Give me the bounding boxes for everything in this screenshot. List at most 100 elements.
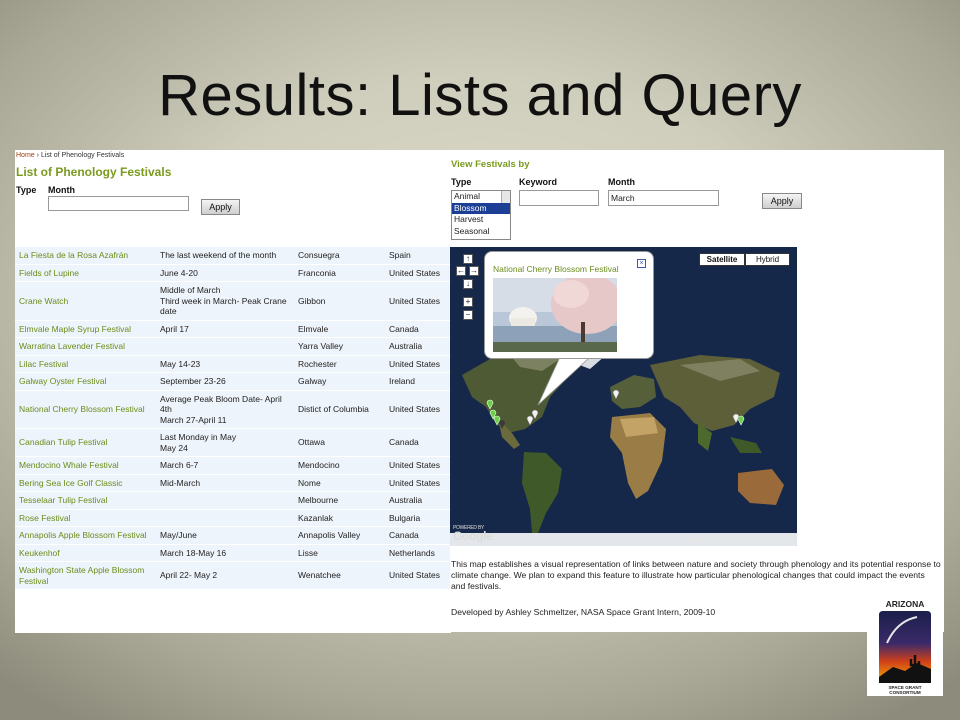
keyword-label: Keyword [519,177,558,187]
table-row: Annapolis Apple Blossom Festival May/June… [15,526,451,545]
breadcrumb-current: List of Phenology Festivals [40,152,125,159]
apply-button[interactable]: Apply [201,199,240,215]
festival-country: Spain [385,247,451,265]
festival-name-link[interactable]: Fields of Lupine [15,264,156,282]
festival-name-link[interactable]: Mendocino Whale Festival [15,456,156,475]
festival-name-link[interactable]: Annapolis Apple Blossom Festival [15,526,156,545]
festival-name-link[interactable]: National Cherry Blossom Festival [15,390,156,429]
table-row: Canadian Tulip Festival Last Monday in Ma… [15,428,451,457]
festival-list-screenshot: Home › List of Phenology Festivals List … [15,150,451,633]
festival-country: United States [385,561,451,590]
festival-country: Canada [385,320,451,338]
festival-date: June 4-20 [156,264,294,282]
zoom-in-icon[interactable]: + [463,297,473,307]
festival-country: Canada [385,428,451,457]
festival-city: Wenatchee [294,561,385,590]
breadcrumb-home-link[interactable]: Home [16,152,35,159]
table-row: Crane Watch Middle of March Third week in … [15,281,451,321]
festival-country: United States [385,474,451,492]
popup-title[interactable]: National Cherry Blossom Festival [493,264,619,274]
festival-date: The last weekend of the month [156,247,294,265]
table-row: Galway Oyster Festival September 23-26 Gal… [15,372,451,391]
festival-date: May/June [156,526,294,545]
festival-city: Franconia [294,264,385,282]
festival-country: Australia [385,491,451,510]
google-logo: POWERED BY Google [453,525,493,543]
festival-city: Distict of Columbia [294,390,385,429]
festival-table: La Fiesta de la Rosa Azafrán The last wee… [15,247,451,590]
festival-name-link[interactable]: Tesselaar Tulip Festival [15,491,156,510]
festival-name-link[interactable]: Keukenhof [15,544,156,562]
table-row: Elmvale Maple Syrup Festival April 17 Elmv… [15,320,451,338]
festival-name-link[interactable]: Galway Oyster Festival [15,372,156,391]
type-option-selected[interactable]: Blossom [452,202,510,214]
table-row: La Fiesta de la Rosa Azafrán The last wee… [15,247,451,265]
table-row: Fields of Lupine June 4-20 Franconia United… [15,264,451,282]
table-row: Washington State Apple Blossom Festival A… [15,561,451,590]
festival-country: United States [385,456,451,475]
festival-name-link[interactable]: Rose Festival [15,509,156,527]
type-option[interactable]: Harvest [452,214,510,226]
arizona-space-grant-logo: ARIZONA SPACE GRANT CONSORTIUM [867,597,943,696]
month-input[interactable]: March [608,190,719,206]
festival-date: September 23-26 [156,372,294,391]
logo-bottom-text-2: CONSORTIUM [889,690,921,695]
type-select-list[interactable]: Animal Blossom Harvest Seasonal [451,190,511,240]
festival-date: Average Peak Bloom Date- April 4th March … [156,390,294,429]
table-row: Mendocino Whale Festival March 6-7 Mendoci… [15,456,451,475]
keyword-input[interactable] [519,190,599,206]
table-row: Warratina Lavender Festival Yarra Valley A… [15,337,451,356]
festival-country: United States [385,264,451,282]
table-row: Tesselaar Tulip Festival Melbourne Austral… [15,491,451,510]
festival-country: Ireland [385,372,451,391]
festival-country: Australia [385,337,451,356]
festival-date: Last Monday in May May 24 [156,428,294,457]
festival-country: Bulgaria [385,509,451,527]
pan-down-icon[interactable]: ↓ [463,279,473,289]
festival-country: United States [385,281,451,321]
festival-name-link[interactable]: Crane Watch [15,281,156,321]
festival-city: Ottawa [294,428,385,457]
pan-right-icon[interactable]: → [469,266,479,276]
month-input[interactable] [48,196,189,211]
type-list-scrollbar[interactable] [501,191,510,203]
festival-name-link[interactable]: Washington State Apple Blossom Festival [15,561,156,590]
festival-date [156,337,294,356]
satellite-button[interactable]: Satellite [699,253,745,266]
festival-date: March 18-May 16 [156,544,294,562]
festival-name-link[interactable]: Lilac Festival [15,355,156,373]
zoom-out-icon[interactable]: − [463,310,473,320]
festival-city: Galway [294,372,385,391]
table-row: Rose Festival Kazanlak Bulgaria [15,509,451,527]
festival-city: Annapolis Valley [294,526,385,545]
festival-country: Canada [385,526,451,545]
world-map[interactable]: ↑ ← → ↓ + − Satellite Hybrid National Ch… [450,247,797,546]
hybrid-button[interactable]: Hybrid [745,253,790,266]
festival-city: Elmvale [294,320,385,338]
slide-title: Results: Lists and Query [158,63,802,128]
festival-city: Melbourne [294,491,385,510]
month-label: Month [608,177,635,187]
festival-name-link[interactable]: Bering Sea Ice Golf Classic [15,474,156,492]
festival-name-link[interactable]: Warratina Lavender Festival [15,337,156,356]
type-option[interactable]: Seasonal [452,226,510,238]
table-row: Keukenhof March 18-May 16 Lisse Netherlands [15,544,451,562]
close-icon[interactable]: × [637,259,646,268]
map-credit: Developed by Ashley Schmeltzer, NASA Spa… [451,607,716,617]
festival-name-link[interactable]: Elmvale Maple Syrup Festival [15,320,156,338]
festival-date: Mid-March [156,474,294,492]
table-row: Lilac Festival May 14-23 Rochester United S… [15,355,451,373]
map-attribution[interactable]: Imagery ©2010 NASA - Terms of Use [678,537,794,544]
festival-map-screenshot: View Festivals by Type Keyword Month Ani… [450,150,944,632]
type-label: Type [16,185,37,195]
festival-city: Kazanlak [294,509,385,527]
google-wordmark: Google [453,529,493,543]
festival-country: Netherlands [385,544,451,562]
festival-name-link[interactable]: La Fiesta de la Rosa Azafrán [15,247,156,265]
festival-name-link[interactable]: Canadian Tulip Festival [15,428,156,457]
table-row: National Cherry Blossom Festival Average … [15,390,451,429]
pan-left-icon[interactable]: ← [456,266,466,276]
pan-up-icon[interactable]: ↑ [463,254,473,264]
festival-country: United States [385,390,451,429]
apply-button[interactable]: Apply [762,193,802,209]
